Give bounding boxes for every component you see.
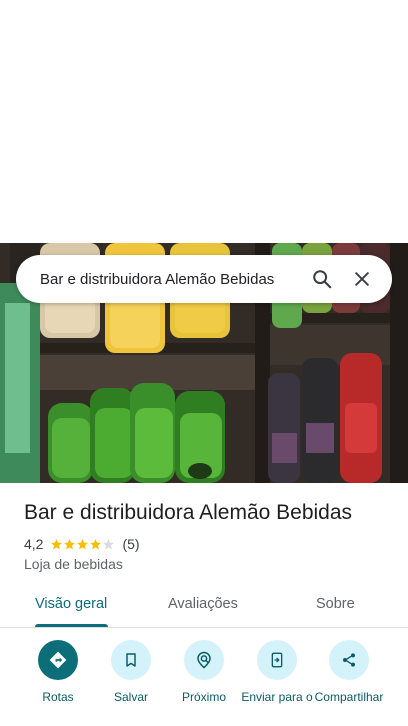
action-bar: Rotas Salvar Próximo Enviar para o Compa… [0,640,408,726]
tab-overview[interactable]: Visão geral [35,596,107,612]
star-icon [51,538,63,549]
star-icon [77,538,89,549]
tab-reviews[interactable]: Avaliações [168,596,238,612]
tab-bar: Visão geral Avaliações Sobre [0,586,408,628]
share-button[interactable]: Compartilhar [312,640,386,705]
bookmark-icon [111,640,151,680]
tab-active-indicator [35,624,108,627]
search-icon[interactable] [302,259,342,299]
save-label: Salvar [113,690,148,704]
share-icon [329,640,369,680]
rating-row[interactable]: 4,2 (5) [24,536,140,552]
directions-button[interactable]: Rotas [21,640,95,705]
star-empty-icon [103,538,115,549]
directions-icon [38,640,78,680]
tab-about[interactable]: Sobre [316,596,355,612]
directions-label: Rotas [42,690,74,704]
close-icon[interactable] [342,259,382,299]
share-label: Compartilhar [314,690,384,704]
nearby-button[interactable]: Próximo [167,640,241,705]
rating-stars [50,538,115,551]
place-title: Bar e distribuidora Alemão Bebidas [24,501,353,524]
review-count: (5) [122,536,140,552]
rating-value: 4,2 [24,536,44,552]
nearby-icon [184,640,224,680]
save-button[interactable]: Salvar [94,640,168,705]
send-to-phone-button[interactable]: Enviar para o [240,640,314,705]
search-input[interactable]: Bar e distribuidora Alemão Bebidas [40,271,302,288]
place-category: Loja de bebidas [24,556,123,572]
star-icon [90,538,102,549]
search-bar[interactable]: Bar e distribuidora Alemão Bebidas [16,255,392,303]
nearby-label: Próximo [181,690,226,704]
send-to-phone-label: Enviar para o [241,690,313,704]
send-to-phone-icon [257,640,297,680]
map-blank-area [0,0,408,243]
star-icon [64,538,76,549]
